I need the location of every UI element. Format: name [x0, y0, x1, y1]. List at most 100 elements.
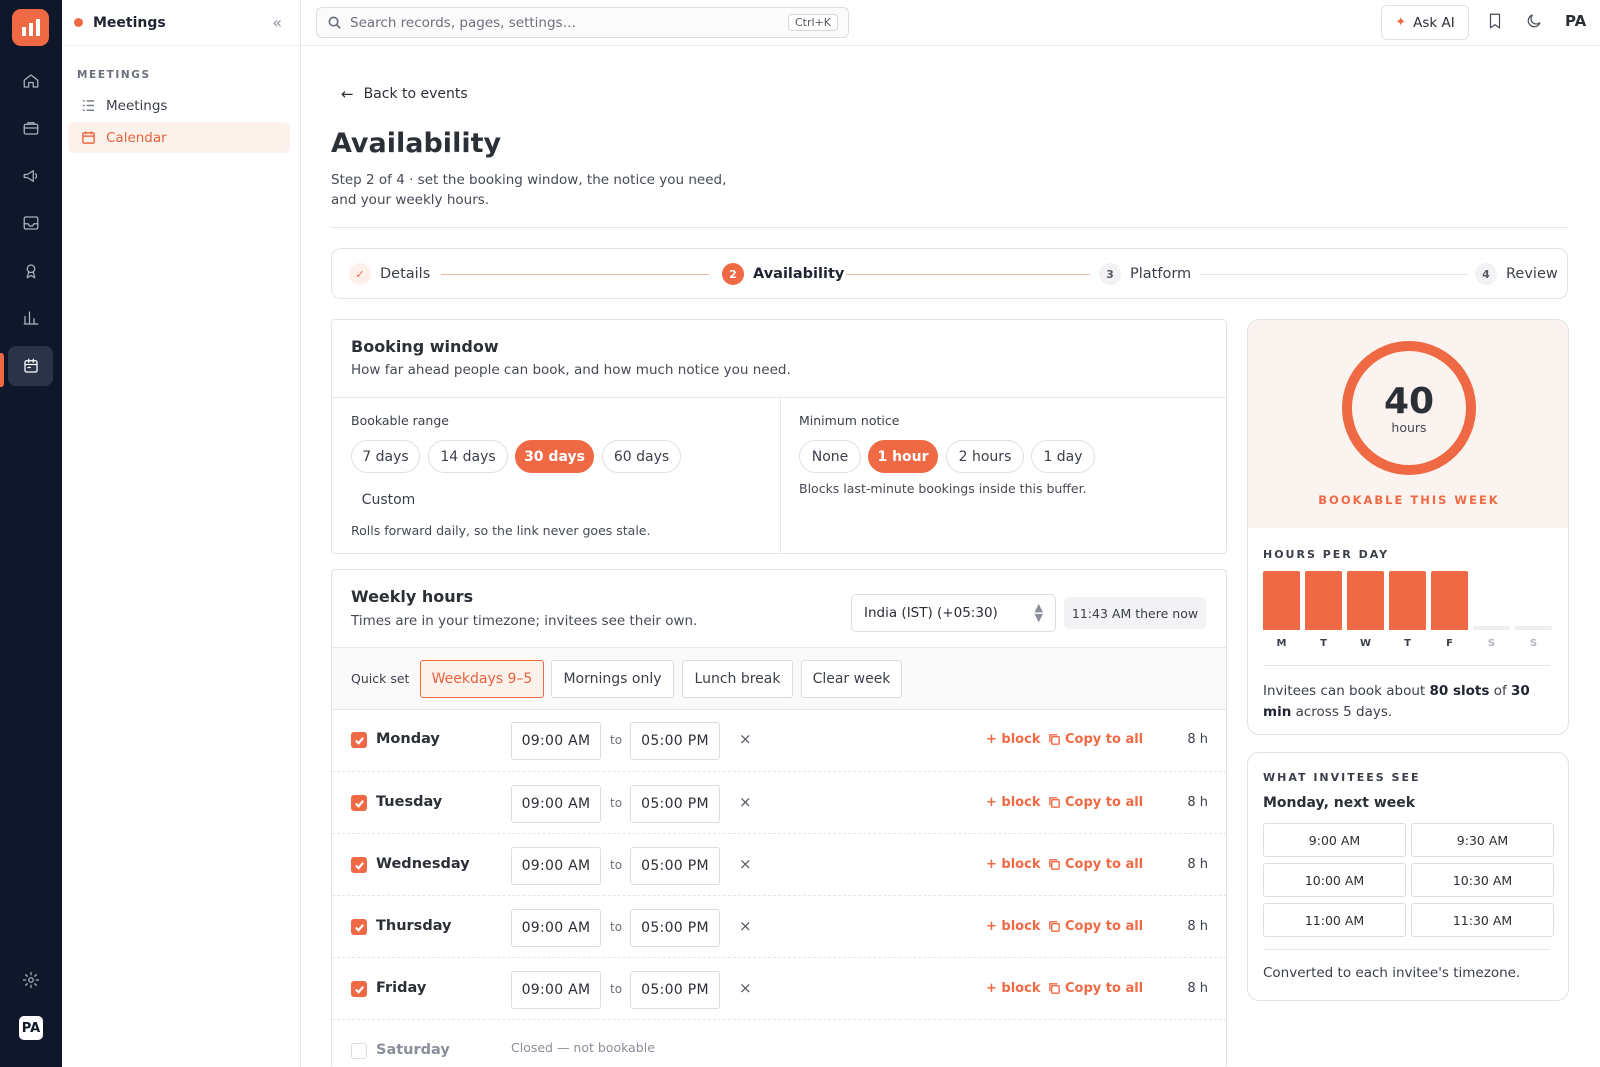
add-block-button[interactable]: + block [986, 919, 1040, 934]
end-time-input[interactable]: 05:00 PM [630, 785, 720, 823]
copy-to-all-button[interactable]: Copy to all [1048, 981, 1143, 996]
end-time-input[interactable]: 05:00 PM [630, 909, 720, 947]
day-row-thursday: Thursday 09:00 AM to 05:00 PM × + block … [332, 895, 1227, 957]
notice-2-hours[interactable]: 2 hours [946, 440, 1024, 473]
start-time-input[interactable]: 09:00 AM [511, 722, 601, 760]
range-60-days[interactable]: 60 days [602, 440, 681, 473]
ask-ai-button[interactable]: ✦ Ask AI [1381, 5, 1469, 40]
notice-1-day[interactable]: 1 day [1031, 440, 1095, 473]
app-logo[interactable] [12, 9, 49, 46]
copy-to-all-button[interactable]: Copy to all [1048, 795, 1143, 810]
app-rail: PA [0, 0, 62, 1067]
time-slot[interactable]: 10:00 AM [1263, 863, 1406, 897]
time-slot[interactable]: 11:30 AM [1411, 903, 1554, 937]
copy-to-all-button[interactable]: Copy to all [1048, 857, 1143, 872]
day-checkbox[interactable] [351, 919, 367, 935]
remove-icon[interactable]: × [739, 730, 752, 748]
end-time-input[interactable]: 05:00 PM [630, 722, 720, 760]
range-7-days[interactable]: 7 days [351, 440, 420, 473]
to-label: to [610, 858, 623, 872]
day-name: Tuesday [376, 794, 443, 810]
step-connector [441, 274, 709, 275]
add-block-button[interactable]: + block [986, 857, 1040, 872]
day-checkbox[interactable] [351, 857, 367, 873]
remove-icon[interactable]: × [739, 793, 752, 811]
notice-none[interactable]: None [799, 440, 861, 473]
copy-to-all-button[interactable]: Copy to all [1048, 732, 1143, 747]
sidebar-item-calendar[interactable]: Calendar [68, 122, 290, 153]
user-avatar[interactable]: PA [1565, 12, 1586, 30]
end-time-input[interactable]: 05:00 PM [630, 971, 720, 1009]
search-input[interactable]: Search records, pages, settings… Ctrl+K [316, 7, 849, 38]
rail-calendar[interactable] [8, 346, 53, 386]
step-platform[interactable]: 3 Platform [1099, 263, 1191, 285]
summary-card: 40 hours BOOKABLE THIS WEEK HOURS PER DA… [1247, 319, 1569, 735]
add-block-button[interactable]: + block [986, 795, 1040, 810]
copy-to-all-button[interactable]: Copy to all [1048, 919, 1143, 934]
start-time-input[interactable]: 09:00 AM [511, 847, 601, 885]
rail-reports[interactable] [8, 298, 53, 338]
day-checkbox[interactable] [351, 1043, 367, 1059]
rail-briefcase[interactable] [8, 108, 53, 148]
rail-megaphone[interactable] [8, 156, 53, 196]
theme-toggle[interactable] [1525, 12, 1545, 32]
quick-mornings[interactable]: Mornings only [551, 660, 674, 698]
remove-icon[interactable]: × [739, 979, 752, 997]
calendar-icon [82, 131, 95, 144]
day-checkbox[interactable] [351, 732, 367, 748]
range-hint: Rolls forward daily, so the link never g… [351, 523, 651, 538]
range-30-days[interactable]: 30 days [515, 440, 594, 473]
rail-avatar[interactable]: PA [19, 1016, 43, 1040]
time-slot[interactable]: 9:30 AM [1411, 823, 1554, 857]
quick-lunch[interactable]: Lunch break [682, 660, 793, 698]
rail-inbox[interactable] [8, 203, 53, 243]
timezone-select[interactable]: India (IST) (+05:30) ▲ ▼ [851, 594, 1056, 632]
page-title: Availability [331, 128, 502, 159]
step-label: Details [380, 266, 431, 282]
quick-weekdays[interactable]: Weekdays 9–5 [420, 660, 544, 698]
start-time-input[interactable]: 09:00 AM [511, 909, 601, 947]
remove-icon[interactable]: × [739, 855, 752, 873]
time-slot[interactable]: 10:30 AM [1411, 863, 1554, 897]
range-custom[interactable]: Custom [351, 483, 426, 516]
day-bar-label: F [1446, 638, 1453, 649]
time-slot[interactable]: 9:00 AM [1263, 823, 1406, 857]
day-checkbox[interactable] [351, 981, 367, 997]
day-checkbox[interactable] [351, 795, 367, 811]
stepper: ✓ Details 2 Availability 3 Platform 4 Re… [331, 248, 1568, 299]
start-time-input[interactable]: 09:00 AM [511, 785, 601, 823]
step-number: 2 [722, 263, 744, 285]
briefcase-icon [23, 122, 38, 135]
step-availability[interactable]: 2 Availability [722, 263, 844, 285]
rail-settings[interactable] [8, 960, 53, 1000]
invitee-preview-card: WHAT INVITEES SEE Monday, next week 9:00… [1247, 752, 1569, 1001]
add-block-button[interactable]: + block [986, 981, 1040, 996]
step-label: Review [1506, 266, 1558, 282]
divider [331, 227, 1568, 228]
check-icon [354, 923, 364, 932]
end-time-input[interactable]: 05:00 PM [630, 847, 720, 885]
time-slot[interactable]: 11:00 AM [1263, 903, 1406, 937]
collapse-icon[interactable]: « [272, 13, 282, 32]
total-caption: BOOKABLE THIS WEEK [1318, 493, 1500, 507]
step-review[interactable]: 4 Review [1475, 263, 1558, 285]
quick-clear[interactable]: Clear week [801, 660, 902, 698]
bar-chart-icon [23, 311, 38, 325]
remove-icon[interactable]: × [739, 917, 752, 935]
day-hours: 8 h [1187, 732, 1208, 747]
sidebar-item-meetings[interactable]: Meetings [68, 90, 290, 121]
back-link[interactable]: ← Back to events [341, 85, 468, 103]
start-time-input[interactable]: 09:00 AM [511, 971, 601, 1009]
check-icon [354, 736, 364, 745]
step-connector [1200, 274, 1468, 275]
check-icon [354, 799, 364, 808]
add-block-button[interactable]: + block [986, 732, 1040, 747]
rail-home[interactable] [8, 61, 53, 101]
range-14-days[interactable]: 14 days [428, 440, 508, 473]
timezone-value: India (IST) (+05:30) [864, 605, 998, 621]
slot-count: 80 slots [1429, 683, 1490, 699]
check-icon [354, 985, 364, 994]
rail-award[interactable] [8, 251, 53, 291]
notice-1-hour[interactable]: 1 hour [868, 440, 938, 473]
step-details[interactable]: ✓ Details [349, 263, 430, 285]
